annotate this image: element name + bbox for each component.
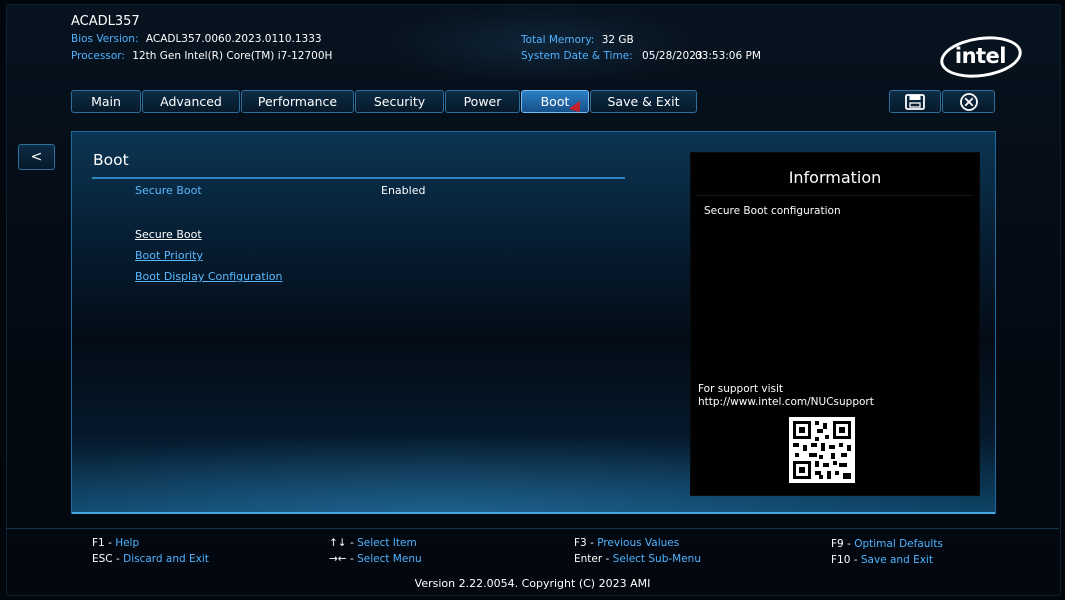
back-button[interactable]: < bbox=[18, 144, 55, 170]
f1-desc: Help bbox=[115, 537, 140, 549]
system-date-value: 05/28/2023 bbox=[642, 50, 703, 62]
bios-version-row: Bios Version: ACADL357.0060.2023.0110.13… bbox=[71, 33, 322, 45]
processor-row: Processor: 12th Gen Intel(R) Core(TM) i7… bbox=[71, 50, 332, 62]
total-memory-value: 32 GB bbox=[601, 34, 634, 46]
information-divider bbox=[697, 195, 973, 196]
total-memory-row: Total Memory: 32 GB bbox=[521, 34, 634, 46]
tab-performance[interactable]: Performance bbox=[241, 90, 354, 113]
system-title: ACADL357 bbox=[71, 14, 140, 29]
f9-desc: Optimal Defaults bbox=[854, 538, 943, 550]
submenu-secure-boot[interactable]: Secure Boot bbox=[135, 228, 202, 241]
select-item-hint: ↑↓ - Select Item bbox=[329, 537, 417, 549]
close-circle-icon bbox=[959, 92, 978, 111]
enter-desc: Select Sub-Menu bbox=[612, 553, 701, 565]
processor-label: Processor: bbox=[71, 50, 125, 62]
esc-desc: Discard and Exit bbox=[123, 553, 209, 565]
support-text: For support visit http://www.intel.com/N… bbox=[698, 383, 874, 409]
system-time: 03:53:06 PM bbox=[695, 50, 761, 62]
f9-key: F9 bbox=[831, 538, 844, 550]
esc-key: ESC bbox=[92, 553, 113, 565]
select-item-desc: Select Item bbox=[357, 537, 417, 549]
secure-boot-setting-value[interactable]: Enabled bbox=[381, 184, 425, 197]
tab-main[interactable]: Main bbox=[71, 90, 141, 113]
f10-key: F10 bbox=[831, 554, 851, 566]
f1-key: F1 bbox=[92, 537, 105, 549]
system-datetime-row: System Date & Time: 05/28/2023 bbox=[521, 50, 703, 62]
tab-security[interactable]: Security bbox=[355, 90, 444, 113]
total-memory-label: Total Memory: bbox=[521, 34, 595, 46]
bios-version-label: Bios Version: bbox=[71, 33, 139, 45]
processor-value: 12th Gen Intel(R) Core(TM) i7-12700H bbox=[132, 50, 333, 62]
system-datetime-label: System Date & Time: bbox=[521, 50, 633, 62]
submenu-boot-priority[interactable]: Boot Priority bbox=[135, 249, 203, 262]
leftright-arrows-key: →← bbox=[329, 553, 347, 565]
select-menu-hint: →← - Select Menu bbox=[329, 553, 422, 565]
enter-hint: Enter - Select Sub-Menu bbox=[574, 553, 701, 565]
version-text: Version 2.22.0054. Copyright (C) 2023 AM… bbox=[414, 577, 651, 590]
information-title: Information bbox=[788, 168, 882, 187]
esc-hint: ESC - Discard and Exit bbox=[92, 553, 209, 565]
tab-advanced[interactable]: Advanced bbox=[142, 90, 240, 113]
previous-values-hint: F3 - Previous Values bbox=[574, 537, 680, 549]
information-text: Secure Boot configuration bbox=[704, 205, 841, 217]
panel-bottom-line bbox=[72, 512, 995, 514]
main-panel: Boot Secure Boot Enabled Secure Boot Boo… bbox=[71, 131, 996, 514]
tab-save-exit[interactable]: Save & Exit bbox=[590, 90, 697, 113]
optimal-defaults-hint: F9 - Optimal Defaults bbox=[831, 538, 943, 550]
floppy-disk-icon bbox=[905, 93, 925, 110]
section-divider bbox=[92, 177, 625, 179]
system-time-value: 03:53:06 PM bbox=[695, 50, 761, 62]
f3-key: F3 bbox=[574, 537, 587, 549]
save-exit-hint: F10 - Save and Exit bbox=[831, 554, 933, 566]
tab-power[interactable]: Power bbox=[445, 90, 520, 113]
help-hint: F1 - Help bbox=[92, 537, 140, 549]
qr-code-icon bbox=[789, 417, 855, 483]
updown-arrows-key: ↑↓ bbox=[329, 537, 347, 549]
footer-divider bbox=[6, 528, 1059, 529]
select-menu-desc: Select Menu bbox=[357, 553, 422, 565]
intel-logo-text: intel bbox=[955, 44, 1007, 69]
section-title: Boot bbox=[93, 151, 129, 169]
support-line: For support visit bbox=[698, 383, 784, 395]
secure-boot-setting-label[interactable]: Secure Boot bbox=[135, 184, 202, 197]
bios-version-value: ACADL357.0060.2023.0110.1333 bbox=[145, 33, 322, 45]
enter-key: Enter bbox=[574, 553, 603, 565]
submenu-boot-display-configuration[interactable]: Boot Display Configuration bbox=[135, 270, 282, 283]
f3-desc: Previous Values bbox=[597, 537, 680, 549]
support-url: http://www.intel.com/NUCsupport bbox=[698, 396, 874, 408]
f10-desc: Save and Exit bbox=[860, 554, 933, 566]
save-button[interactable] bbox=[889, 90, 941, 113]
information-panel: Information Secure Boot configuration Fo… bbox=[690, 152, 980, 496]
close-button[interactable] bbox=[942, 90, 995, 113]
